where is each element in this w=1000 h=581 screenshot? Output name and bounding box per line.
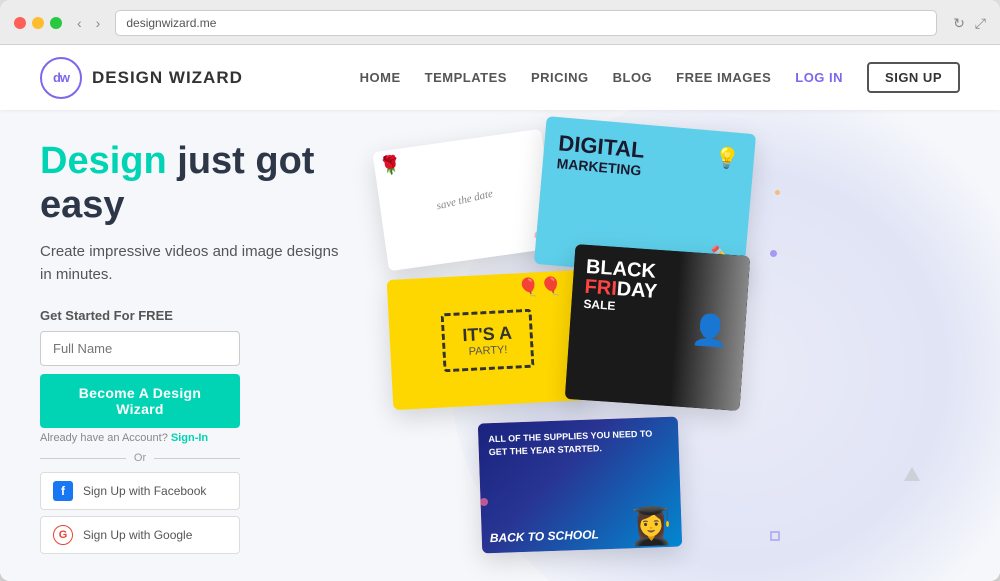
school-text: ALL OF THE SUPPLIES YOU NEED TO GET THE … [478, 417, 679, 469]
back-button[interactable]: ‹ [72, 13, 87, 33]
facebook-icon: f [53, 481, 73, 501]
browser-window: ‹ › designwizard.me ↻ ⤢ dw DESIGN WIZARD… [0, 0, 1000, 581]
balloons-icon: 🎈🎈 [517, 276, 563, 299]
deco-dot-small [775, 190, 780, 195]
hero-section: Design just got easy Create impressive v… [0, 110, 1000, 581]
browser-chrome: ‹ › designwizard.me ↻ ⤢ [0, 0, 1000, 45]
address-text: designwizard.me [126, 16, 216, 30]
bulb-icon: 💡 [714, 145, 741, 172]
nav-blog[interactable]: BLOG [613, 70, 653, 85]
party-subtitle: PARTY! [463, 343, 513, 358]
school-title: BACK TO SCHOOL [490, 527, 600, 545]
hero-left: Design just got easy Create impressive v… [0, 110, 380, 581]
nav-templates[interactable]: TEMPLATES [425, 70, 507, 85]
card-school-inner: ALL OF THE SUPPLIES YOU NEED TO GET THE … [478, 417, 682, 554]
google-icon: G [53, 525, 73, 545]
deco-triangle [904, 467, 920, 481]
nav-signup[interactable]: SIGN UP [867, 62, 960, 93]
get-started-label: Get Started For FREE [40, 308, 340, 323]
traffic-lights [14, 17, 62, 29]
already-account-text: Already have an Account? Sign-In [40, 432, 340, 444]
hero-heading: Design just got easy [40, 140, 340, 227]
card-blackfriday: BLACK FRIDAY SALE 👤 [565, 244, 750, 411]
nav-pricing[interactable]: PRICING [531, 70, 589, 85]
nav-links: HOME TEMPLATES PRICING BLOG FREE IMAGES … [360, 62, 960, 93]
page-content: dw DESIGN WIZARD HOME TEMPLATES PRICING … [0, 45, 1000, 581]
cta-button[interactable]: Become A Design Wizard [40, 374, 240, 428]
party-title: IT'S A [462, 322, 513, 346]
floral-roses-icon: 🌹 [378, 154, 403, 178]
deco-square [770, 531, 780, 541]
address-bar[interactable]: designwizard.me [115, 10, 937, 36]
browser-nav-buttons: ‹ › [72, 13, 105, 33]
person-silhouette: 👤 [670, 251, 751, 411]
google-signup-button[interactable]: G Sign Up with Google [40, 516, 240, 554]
card-floral-inner: 🌹 save the date 🌸 [372, 129, 557, 271]
floral-text: save the date [436, 188, 495, 213]
refresh-button[interactable]: ↻ [953, 15, 965, 32]
expand-button[interactable]: ⤢ [975, 15, 986, 32]
logo-text: DESIGN WIZARD [92, 68, 243, 88]
card-party: 🎈🎈 IT'S A PARTY! [387, 270, 589, 410]
maximize-button[interactable] [50, 17, 62, 29]
close-button[interactable] [14, 17, 26, 29]
signup-form: Become A Design Wizard [40, 331, 240, 428]
card-floral: 🌹 save the date 🌸 [372, 129, 557, 271]
navbar: dw DESIGN WIZARD HOME TEMPLATES PRICING … [0, 45, 1000, 110]
nav-free-images[interactable]: FREE IMAGES [676, 70, 771, 85]
card-bf-inner: BLACK FRIDAY SALE 👤 [565, 244, 750, 411]
hero-right: 🌹 save the date 🌸 DIGITAL MARKETING 💡 ✏️ [380, 110, 1000, 581]
google-label: Sign Up with Google [83, 528, 192, 542]
or-divider: Or [40, 452, 240, 464]
deco-dot-purple [770, 250, 777, 257]
hero-heading-highlight: Design [40, 140, 167, 182]
or-text: Or [134, 452, 146, 464]
cards-container: 🌹 save the date 🌸 DIGITAL MARKETING 💡 ✏️ [380, 110, 1000, 581]
signin-link[interactable]: Sign-In [171, 432, 208, 444]
nav-login[interactable]: LOG IN [795, 70, 843, 85]
or-line-right [154, 458, 240, 459]
deco-dot-pink [480, 498, 488, 506]
logo-icon: dw [40, 57, 82, 99]
logo-area[interactable]: dw DESIGN WIZARD [40, 57, 243, 99]
facebook-signup-button[interactable]: f Sign Up with Facebook [40, 472, 240, 510]
forward-button[interactable]: › [91, 13, 106, 33]
hero-subtext: Create impressive videos and image desig… [40, 241, 340, 286]
school-girl-icon: 👩‍🎓 [628, 505, 674, 549]
card-party-inner: 🎈🎈 IT'S A PARTY! [387, 270, 589, 410]
nav-home[interactable]: HOME [360, 70, 401, 85]
minimize-button[interactable] [32, 17, 44, 29]
already-text: Already have an Account? [40, 432, 168, 444]
party-border: IT'S A PARTY! [440, 308, 535, 372]
or-line-left [40, 458, 126, 459]
facebook-label: Sign Up with Facebook [83, 484, 206, 498]
full-name-input[interactable] [40, 331, 240, 366]
card-school: ALL OF THE SUPPLIES YOU NEED TO GET THE … [478, 417, 682, 554]
